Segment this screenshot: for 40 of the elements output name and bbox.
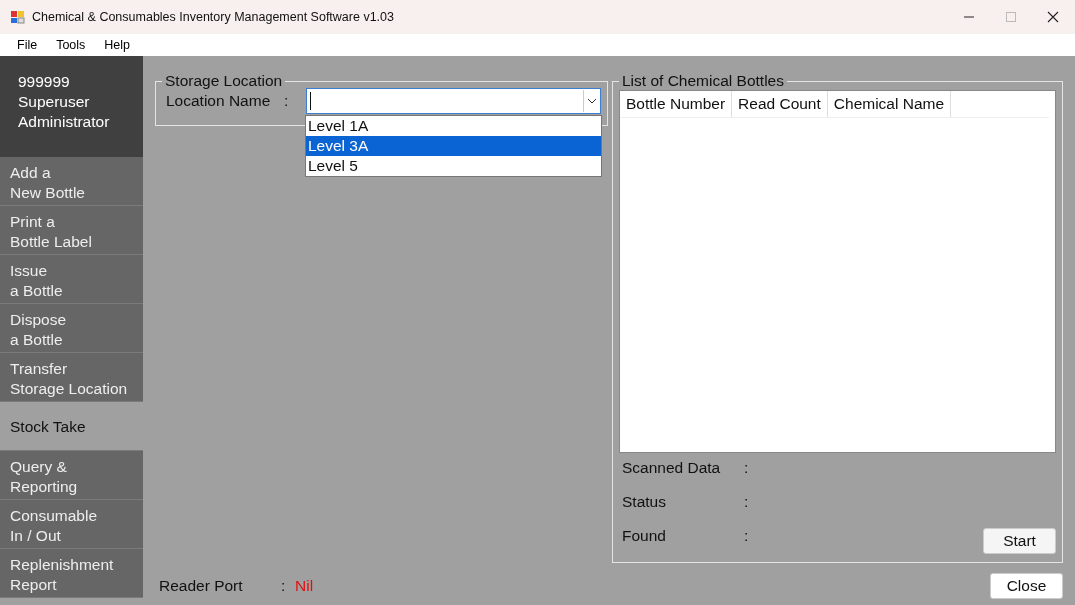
start-button[interactable]: Start: [983, 528, 1056, 554]
sidebar-item[interactable]: Issue a Bottle: [0, 255, 143, 304]
sidebar-item[interactable]: Replenishment Report: [0, 549, 143, 598]
field-label: Found: [622, 527, 667, 545]
field-label: Status: [622, 493, 667, 511]
dropdown-option[interactable]: Level 5: [306, 156, 601, 176]
menu-item[interactable]: File: [17, 38, 38, 52]
close-button[interactable]: Close: [990, 573, 1063, 599]
field-label: Scanned Data: [622, 459, 722, 477]
user-info: 999999: [18, 72, 71, 92]
app-icon: [10, 9, 26, 25]
field-label: Location Name: [166, 92, 272, 110]
user-info: Administrator: [18, 112, 111, 132]
column-header[interactable]: Chemical Name: [827, 91, 952, 117]
field-label: Reader Port: [159, 577, 244, 595]
sidebar-item[interactable]: Print a Bottle Label: [0, 206, 143, 255]
column-header[interactable]: Read Count: [732, 91, 828, 117]
colon: :: [281, 577, 287, 595]
maximize-icon: [1005, 11, 1017, 23]
window-title: Chemical & Consumables Inventory Management Software v1.03: [32, 10, 395, 24]
column-header[interactable]: Bottle Number: [620, 91, 733, 117]
reader-port-value: Nil: [295, 577, 314, 595]
sidebar-item[interactable]: Dispose a Bottle: [0, 304, 143, 353]
location-dropdown[interactable]: [306, 88, 601, 114]
group-title: Storage Location: [164, 72, 284, 90]
menu-item[interactable]: Help: [104, 38, 131, 52]
dropdown-option[interactable]: Level 3A: [306, 136, 601, 156]
user-info: Superuser: [18, 92, 91, 112]
colon: :: [744, 527, 749, 545]
sidebar-item[interactable]: Transfer Storage Location: [0, 353, 143, 402]
sidebar-item[interactable]: Consumable In / Out: [0, 500, 143, 549]
dropdown-option[interactable]: Level 1A: [306, 116, 601, 136]
colon: :: [744, 493, 749, 511]
colon: :: [284, 92, 290, 110]
sidebar-item[interactable]: Query & Reporting: [0, 451, 143, 500]
colon: :: [744, 459, 749, 477]
close-icon[interactable]: [1047, 11, 1059, 23]
menu-item[interactable]: Tools: [56, 38, 86, 52]
group-title: List of Chemical Bottles: [621, 72, 785, 90]
sidebar-item[interactable]: Add a New Bottle: [0, 157, 143, 206]
